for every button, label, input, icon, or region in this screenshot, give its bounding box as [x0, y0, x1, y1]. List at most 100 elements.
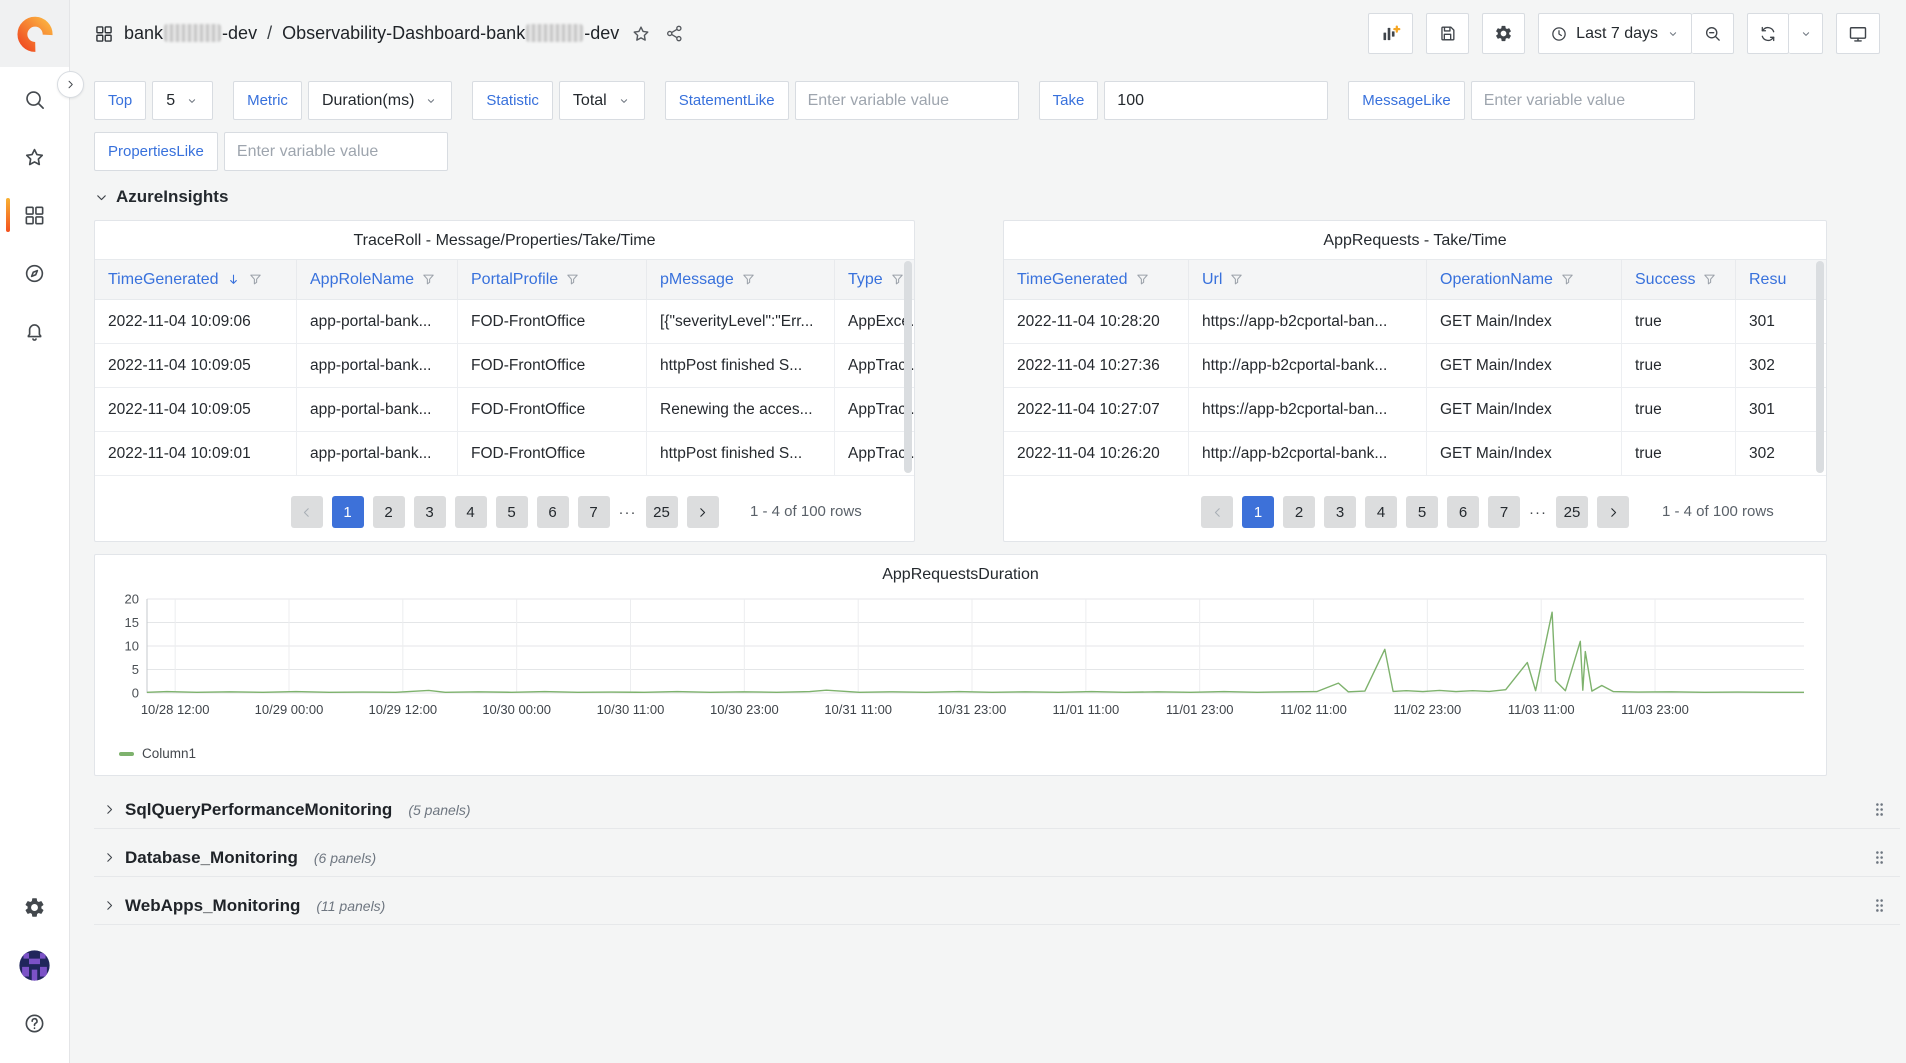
table-row[interactable]: 2022-11-04 10:09:05app-portal-bank...FOD… [95, 388, 914, 432]
previous-page-button[interactable] [1201, 496, 1233, 528]
filter-icon[interactable] [565, 272, 580, 287]
page-button-7[interactable]: 7 [578, 496, 610, 528]
page-button-4[interactable]: 4 [1365, 496, 1397, 528]
drag-handle-icon[interactable] [1871, 801, 1888, 818]
user-avatar[interactable] [0, 941, 70, 989]
sidebar-item-starred[interactable] [0, 133, 70, 181]
page-button-3[interactable]: 3 [1324, 496, 1356, 528]
column-header-resu[interactable]: Resu [1736, 260, 1826, 299]
table-cell: 2022-11-04 10:26:20 [1004, 432, 1189, 475]
table-row[interactable]: 2022-11-04 10:09:06app-portal-bank...FOD… [95, 300, 914, 344]
page-button-2[interactable]: 2 [1283, 496, 1315, 528]
table-row[interactable]: 2022-11-04 10:09:05app-portal-bank...FOD… [95, 344, 914, 388]
collapsed-rows: SqlQueryPerformanceMonitoring(5 panels) D… [94, 791, 1900, 925]
sidebar-item-configuration[interactable] [0, 883, 70, 931]
sidebar-item-help[interactable] [0, 999, 70, 1047]
page-button-5[interactable]: 5 [496, 496, 528, 528]
dashboard-row-database_monitoring[interactable]: Database_Monitoring(6 panels) [94, 839, 1900, 877]
table-row[interactable]: 2022-11-04 10:27:36http://app-b2cportal-… [1004, 344, 1826, 388]
column-header-operationname[interactable]: OperationName [1427, 260, 1622, 299]
section-azureinsights[interactable]: AzureInsights [94, 187, 1900, 207]
variable-input-statementlike[interactable] [795, 81, 1019, 120]
table-scrollbar[interactable] [1816, 261, 1824, 473]
share-dashboard-button[interactable] [663, 22, 686, 45]
page-button-25[interactable]: 25 [1556, 496, 1588, 528]
filter-icon[interactable] [741, 272, 756, 287]
chart-svg[interactable]: 0510152010/28 12:0010/29 00:0010/29 12:0… [109, 593, 1814, 739]
column-header-timegenerated[interactable]: TimeGenerated [1004, 260, 1189, 299]
panel-title[interactable]: AppRequestsDuration [95, 555, 1826, 593]
dashboard-settings-button[interactable] [1482, 13, 1525, 54]
legend-label[interactable]: Column1 [142, 746, 196, 761]
page-button-1[interactable]: 1 [1242, 496, 1274, 528]
panel-title[interactable]: TraceRoll - Message/Properties/Take/Time [95, 221, 914, 259]
filter-icon[interactable] [1135, 272, 1150, 287]
drag-handle-icon[interactable] [1871, 849, 1888, 866]
dashboard-content: Top5MetricDuration(ms)StatisticTotalStat… [70, 67, 1906, 1063]
page-button-5[interactable]: 5 [1406, 496, 1438, 528]
traceroll-pagination: 1234567···251 - 4 of 100 rows [95, 483, 914, 541]
row-panel-count: (6 panels) [314, 850, 376, 866]
drag-handle-icon[interactable] [1871, 897, 1888, 914]
dashboard-row-sqlqueryperformancemonitoring[interactable]: SqlQueryPerformanceMonitoring(5 panels) [94, 791, 1900, 829]
svg-text:10/29 12:00: 10/29 12:00 [368, 702, 437, 717]
table-row[interactable]: 2022-11-04 10:09:01app-portal-bank...FOD… [95, 432, 914, 476]
variable-input-propertieslike[interactable] [224, 132, 448, 171]
table-scrollbar[interactable] [904, 261, 912, 473]
table-row[interactable]: 2022-11-04 10:26:20http://app-b2cportal-… [1004, 432, 1826, 476]
variable-input-take[interactable] [1104, 81, 1328, 120]
page-button-7[interactable]: 7 [1488, 496, 1520, 528]
column-header-url[interactable]: Url [1189, 260, 1427, 299]
column-header-success[interactable]: Success [1622, 260, 1736, 299]
dashboard-name: Observability-Dashboard-bank [282, 23, 525, 43]
filter-icon[interactable] [1229, 272, 1244, 287]
filter-icon[interactable] [421, 272, 436, 287]
next-page-button[interactable] [687, 496, 719, 528]
add-panel-button[interactable] [1368, 13, 1413, 54]
svg-text:0: 0 [132, 686, 139, 701]
variable-select-metric[interactable]: Duration(ms) [308, 81, 452, 120]
page-button-4[interactable]: 4 [455, 496, 487, 528]
column-header-portalprofile[interactable]: PortalProfile [458, 260, 647, 299]
dashboard-row-webapps_monitoring[interactable]: WebApps_Monitoring(11 panels) [94, 887, 1900, 925]
page-button-6[interactable]: 6 [1447, 496, 1479, 528]
filter-icon[interactable] [1560, 272, 1575, 287]
refresh-button[interactable] [1747, 13, 1789, 54]
save-dashboard-button[interactable] [1426, 13, 1469, 54]
grafana-logo[interactable] [0, 0, 69, 67]
table-row[interactable]: 2022-11-04 10:28:20https://app-b2cportal… [1004, 300, 1826, 344]
star-dashboard-button[interactable] [629, 22, 653, 46]
column-header-approlename[interactable]: AppRoleName [297, 260, 458, 299]
sidebar-item-alerting[interactable] [0, 307, 70, 355]
table-row[interactable]: 2022-11-04 10:27:07https://app-b2cportal… [1004, 388, 1826, 432]
page-button-3[interactable]: 3 [414, 496, 446, 528]
sidebar-item-explore[interactable] [0, 249, 70, 297]
column-header-pmessage[interactable]: pMessage [647, 260, 835, 299]
page-button-1[interactable]: 1 [332, 496, 364, 528]
panel-title[interactable]: AppRequests - Take/Time [1004, 221, 1826, 259]
breadcrumb-dashboard[interactable]: Observability-Dashboard-bank-dev [282, 23, 619, 44]
filter-icon[interactable] [890, 272, 905, 287]
variable-select-statistic[interactable]: Total [559, 81, 645, 120]
previous-page-button[interactable] [291, 496, 323, 528]
apprequests-table: TimeGeneratedUrlOperationNameSuccessResu… [1004, 259, 1826, 476]
filter-icon[interactable] [248, 272, 263, 287]
variable-select-top[interactable]: 5 [152, 81, 213, 120]
chevron-right-icon [102, 802, 117, 817]
cycle-view-mode-button[interactable] [1836, 13, 1880, 54]
breadcrumb-folder[interactable]: bank-dev [124, 23, 257, 44]
time-range-picker[interactable]: Last 7 days [1538, 13, 1692, 54]
refresh-interval-dropdown[interactable] [1789, 13, 1823, 54]
filter-icon[interactable] [1702, 272, 1717, 287]
sidebar-item-dashboards[interactable] [0, 191, 70, 239]
variable-input-messagelike[interactable] [1471, 81, 1695, 120]
next-page-button[interactable] [1597, 496, 1629, 528]
row-title: WebApps_Monitoring [125, 896, 300, 916]
page-button-25[interactable]: 25 [646, 496, 678, 528]
sidebar-expand-button[interactable] [57, 71, 84, 98]
page-button-2[interactable]: 2 [373, 496, 405, 528]
page-button-6[interactable]: 6 [537, 496, 569, 528]
column-header-type[interactable]: Type [835, 260, 914, 299]
column-header-timegenerated[interactable]: TimeGenerated [95, 260, 297, 299]
zoom-out-time-button[interactable] [1692, 13, 1734, 54]
